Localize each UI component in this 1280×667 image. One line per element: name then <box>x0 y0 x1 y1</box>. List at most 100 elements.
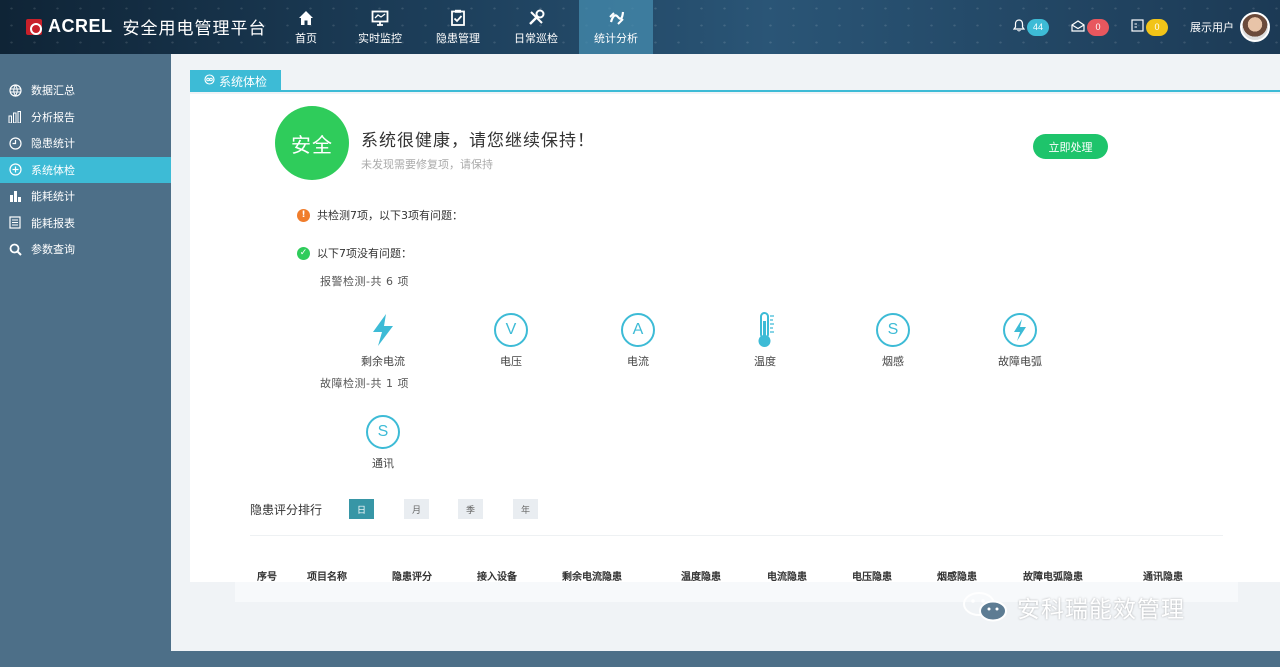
check-icon: ✓ <box>297 246 310 260</box>
avatar[interactable] <box>1240 12 1270 42</box>
sidebar-item-system-check[interactable]: 系统体检 <box>0 156 171 183</box>
tools-icon <box>528 9 545 27</box>
current-glyph: A <box>621 313 655 347</box>
mail-button[interactable]: 0 <box>1071 18 1109 36</box>
column-header: 烟感隐患 <box>937 572 977 583</box>
sidebar-item-label: 系统体检 <box>31 163 75 177</box>
alarm-group-label: 报警检测-共 6 项 <box>320 275 409 288</box>
watermark-text: 安科瑞能效管理 <box>1017 597 1185 623</box>
watermark: 安科瑞能效管理 <box>961 590 1185 624</box>
column-header: 故障电弧隐患 <box>1023 572 1083 583</box>
system-check-icon <box>204 74 215 88</box>
column-header: 温度隐患 <box>681 572 721 583</box>
brand: ACREL 安全用电管理平台 <box>26 14 267 39</box>
column-header: 序号 <box>257 572 277 583</box>
app-title: 安全用电管理平台 <box>122 19 267 39</box>
voltage-glyph: V <box>494 313 528 347</box>
bell-icon <box>1012 19 1026 35</box>
notifications-button[interactable]: 44 <box>1012 18 1049 36</box>
nav-realtime-label: 实时监控 <box>358 31 402 45</box>
user-name[interactable]: 展示用户 <box>1190 19 1234 35</box>
fix-now-button[interactable]: 立即处理 <box>1033 134 1108 159</box>
fault-group-label: 故障检测-共 1 项 <box>320 377 409 390</box>
sidebar-item-hazard-stats[interactable]: 隐患统计 <box>0 130 171 157</box>
column-header: 接入设备 <box>477 572 517 583</box>
acrel-logo-icon <box>26 18 42 35</box>
summary-line: ! 共检测7项，以下3项有问题： <box>297 207 463 223</box>
sidebar-item-label: 隐患统计 <box>31 137 75 151</box>
check-item-smoke: S 烟感 <box>848 311 938 369</box>
health-title: 系统很健康，请您继续保持！ <box>361 131 595 151</box>
smoke-glyph: S <box>876 313 910 347</box>
lightning-icon <box>364 311 402 349</box>
tab-bar: 系统体检 <box>190 70 1280 92</box>
column-header: 项目名称 <box>307 572 347 583</box>
health-subtitle: 未发现需要修复项，请保持 <box>361 158 493 171</box>
divider <box>250 535 1223 536</box>
message-count-badge: 0 <box>1146 18 1168 36</box>
sidebar-item-data-summary[interactable]: 数据汇总 <box>0 77 171 104</box>
sidebar-item-label: 数据汇总 <box>31 84 75 98</box>
period-year-button[interactable]: 年 <box>513 499 538 519</box>
nav-realtime-monitor[interactable]: 实时监控 <box>345 0 415 54</box>
check-item-communication: S 通讯 <box>338 413 428 471</box>
summary-text: 共检测7项，以下3项有问题： <box>317 209 463 222</box>
smoke-icon: S <box>874 311 912 349</box>
ok-line: ✓ 以下7项没有问题： <box>297 245 412 261</box>
top-bar: ACREL 安全用电管理平台 首页 实时监控 隐患管理 日常巡检 统计分析 44… <box>0 0 1280 54</box>
status-badge: 安全 <box>275 106 349 180</box>
check-item-arc-fault: 故障电弧 <box>975 311 1065 369</box>
message-icon <box>1131 19 1144 35</box>
search-icon <box>8 242 22 256</box>
globe-icon <box>8 83 22 97</box>
sidebar-item-label: 能耗报表 <box>31 216 75 230</box>
main-content: 系统体检 安全 系统很健康，请您继续保持！ 未发现需要修复项，请保持 立即处理 … <box>171 54 1280 651</box>
period-day-button[interactable]: 日 <box>349 499 374 519</box>
tab-label: 系统体检 <box>219 74 268 89</box>
sidebar-item-label: 分析报告 <box>31 110 75 124</box>
ranking-title: 隐患评分排行 <box>250 503 323 517</box>
header-actions: 44 0 0 展示用户 <box>1012 0 1270 54</box>
nav-hazard-management[interactable]: 隐患管理 <box>423 0 493 54</box>
plus-circle-icon <box>8 163 22 177</box>
check-item-label: 温度 <box>754 355 776 368</box>
period-quarter-button[interactable]: 季 <box>458 499 483 519</box>
home-icon <box>298 9 314 27</box>
arc-fault-icon <box>1001 311 1039 349</box>
nav-statistics[interactable]: 统计分析 <box>579 0 653 54</box>
thermometer-icon <box>746 311 784 349</box>
sidebar-item-energy-report[interactable]: 能耗报表 <box>0 210 171 237</box>
check-item-residual-current: 剩余电流 <box>338 311 428 369</box>
voltage-icon: V <box>492 311 530 349</box>
sidebar: 数据汇总 分析报告 隐患统计 系统体检 能耗统计 能耗报表 参数查询 <box>0 77 171 263</box>
report-icon <box>8 216 22 230</box>
monitor-icon <box>371 9 389 27</box>
nav-daily-inspection[interactable]: 日常巡检 <box>501 0 571 54</box>
wechat-icon <box>961 591 1011 623</box>
column-header: 剩余电流隐患 <box>562 572 622 583</box>
check-item-voltage: V 电压 <box>466 311 556 369</box>
sidebar-item-label: 能耗统计 <box>31 190 75 204</box>
tab-system-check[interactable]: 系统体检 <box>190 70 282 92</box>
sidebar-item-analysis-report[interactable]: 分析报告 <box>0 104 171 131</box>
nav-home-label: 首页 <box>295 31 317 45</box>
notification-count-badge: 44 <box>1027 18 1049 36</box>
check-item-label: 电流 <box>627 355 649 368</box>
message-button[interactable]: 0 <box>1131 18 1168 36</box>
nav-statistics-label: 统计分析 <box>594 31 638 45</box>
sidebar-item-label: 参数查询 <box>31 243 75 257</box>
nav-home[interactable]: 首页 <box>275 0 337 54</box>
column-header: 隐患评分 <box>392 572 432 583</box>
column-chart-icon <box>8 189 22 203</box>
period-month-button[interactable]: 月 <box>404 499 429 519</box>
column-header: 电压隐患 <box>852 572 892 583</box>
sidebar-item-parameter-query[interactable]: 参数查询 <box>0 236 171 263</box>
check-item-label: 剩余电流 <box>361 355 405 368</box>
bar-chart-icon <box>8 110 22 124</box>
check-item-temperature: 温度 <box>720 311 810 369</box>
communication-icon: S <box>364 413 402 451</box>
clipboard-check-icon <box>450 9 466 27</box>
sidebar-item-energy-stats[interactable]: 能耗统计 <box>0 183 171 210</box>
main-nav: 首页 实时监控 隐患管理 日常巡检 统计分析 <box>275 0 661 54</box>
column-header: 通讯隐患 <box>1143 572 1183 583</box>
